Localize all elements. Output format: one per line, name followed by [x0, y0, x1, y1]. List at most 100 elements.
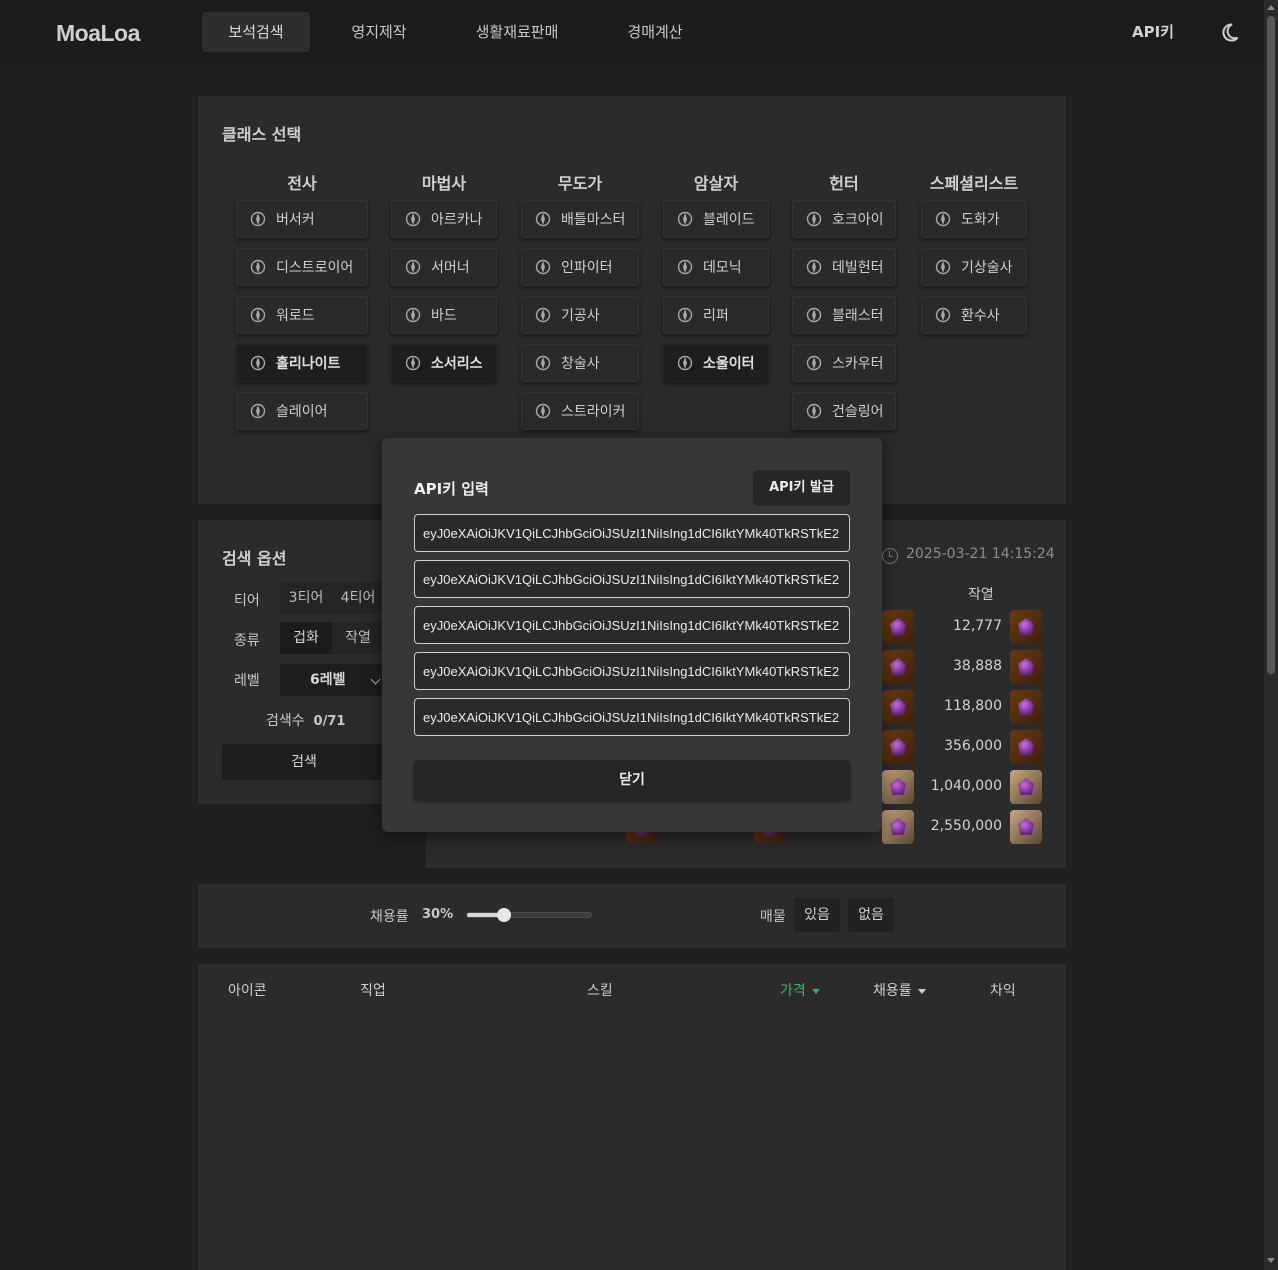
api-key-input-4[interactable]	[414, 652, 850, 690]
tier-3-button[interactable]: 3티어	[280, 582, 332, 614]
class-button-infighter[interactable]: 인파이터	[521, 248, 639, 286]
gem-icon	[1010, 650, 1042, 684]
alchemist-class-icon	[935, 307, 951, 323]
column-header-usage-rate[interactable]: 채용률	[873, 980, 926, 1000]
scrollbar-thumb[interactable]	[1267, 16, 1275, 674]
modal-title: API키 입력	[414, 480, 489, 498]
sort-caret-icon	[917, 988, 926, 994]
gem-price: 356,000	[944, 738, 1002, 754]
usage-rate-slider-handle[interactable]	[497, 908, 511, 922]
nav-tab-life-material-sale[interactable]: 생활재료판매	[456, 12, 578, 52]
column-header-job: 직업	[360, 983, 386, 999]
class-label: 블래스터	[832, 308, 884, 324]
class-button-soulmaster[interactable]: 기공사	[521, 296, 639, 334]
gem-price: 12,777	[953, 618, 1002, 634]
api-key-input-5[interactable]	[414, 698, 850, 736]
berserker-class-icon	[250, 211, 266, 227]
class-button-blade[interactable]: 블레이드	[663, 200, 769, 238]
api-key-button[interactable]: API키	[1120, 12, 1186, 52]
usage-rate-slider[interactable]	[466, 912, 592, 918]
class-button-blaster[interactable]: 블래스터	[792, 296, 896, 334]
gem-price: 118,800	[944, 698, 1002, 714]
lancemaster-class-icon	[535, 355, 551, 371]
class-label: 기공사	[561, 308, 600, 324]
close-modal-button[interactable]: 닫기	[414, 760, 850, 800]
stock-yes-button[interactable]: 있음	[794, 898, 840, 932]
search-button[interactable]: 검색	[222, 744, 386, 780]
class-button-demonic[interactable]: 데모닉	[663, 248, 769, 286]
class-group-header: 마법사	[421, 174, 467, 193]
class-button-holyknight[interactable]: 홀리나이트	[236, 344, 368, 382]
blaster-class-icon	[806, 307, 822, 323]
level-select[interactable]: 6레벨	[280, 664, 384, 696]
class-button-berserker[interactable]: 버서커	[236, 200, 368, 238]
class-label: 디스트로이어	[276, 260, 354, 276]
scroll-up-arrow-icon[interactable]	[1267, 5, 1275, 10]
class-button-devilhunter[interactable]: 데빌헌터	[792, 248, 896, 286]
class-group-header: 무도가	[557, 174, 603, 193]
type-jakyeol-button[interactable]: 작열	[332, 622, 384, 654]
moon-icon[interactable]	[1216, 20, 1240, 44]
class-button-bard[interactable]: 바드	[391, 296, 497, 334]
api-key-input-2[interactable]	[414, 560, 850, 598]
devilhunter-class-icon	[806, 259, 822, 275]
class-button-destroyer[interactable]: 디스트로이어	[236, 248, 368, 286]
gem-icon	[1010, 770, 1042, 804]
class-label: 도화가	[961, 212, 1000, 228]
class-button-battlemaster[interactable]: 배틀마스터	[521, 200, 639, 238]
api-key-input-1[interactable]	[414, 514, 850, 552]
tier-4-button[interactable]: 4티어	[332, 582, 384, 614]
class-select-title: 클래스 선택	[222, 125, 302, 144]
class-label: 데모닉	[703, 260, 742, 276]
nav-tab-gem-search[interactable]: 보석검색	[202, 12, 310, 52]
class-label: 버서커	[276, 212, 315, 228]
class-button-striker[interactable]: 스트라이커	[521, 392, 639, 430]
class-button-summoner[interactable]: 서머너	[391, 248, 497, 286]
stock-label: 매물	[760, 909, 786, 925]
class-button-artist[interactable]: 도화가	[921, 200, 1027, 238]
stock-no-button[interactable]: 없음	[848, 898, 894, 932]
class-button-lancemaster[interactable]: 창술사	[521, 344, 639, 382]
summoner-class-icon	[405, 259, 421, 275]
class-button-sorceress[interactable]: 소서리스	[391, 344, 497, 382]
class-button-scouter[interactable]: 스카우터	[792, 344, 896, 382]
class-label: 블레이드	[703, 212, 755, 228]
class-button-reaper[interactable]: 리퍼	[663, 296, 769, 334]
class-button-arcana[interactable]: 아르카나	[391, 200, 497, 238]
gunslinger-class-icon	[806, 403, 822, 419]
class-group-header: 헌터	[829, 174, 859, 193]
page-scrollbar[interactable]	[1264, 0, 1278, 1270]
class-group-header: 전사	[287, 174, 317, 193]
class-button-souleater[interactable]: 소울이터	[663, 344, 769, 382]
type-geophwa-button[interactable]: 겁화	[280, 622, 332, 654]
class-button-slayer[interactable]: 슬레이어	[236, 392, 368, 430]
class-button-gunslinger[interactable]: 건슬링어	[792, 392, 896, 430]
destroyer-class-icon	[250, 259, 266, 275]
api-key-input-3[interactable]	[414, 606, 850, 644]
usage-rate-value: 30%	[422, 907, 454, 922]
column-header-skill: 스킬	[587, 983, 613, 999]
scroll-down-arrow-icon[interactable]	[1267, 1258, 1275, 1263]
sort-caret-icon	[811, 988, 820, 994]
price-timestamp: 2025-03-21 14:15:24	[906, 546, 1055, 562]
usage-rate-sort-label: 채용률	[873, 983, 912, 999]
class-button-warlord[interactable]: 워로드	[236, 296, 368, 334]
nav-tab-territory-craft[interactable]: 영지제작	[330, 12, 428, 52]
aeromancer-class-icon	[935, 259, 951, 275]
slayer-class-icon	[250, 403, 266, 419]
gem-icon	[882, 610, 914, 644]
class-label: 워로드	[276, 308, 315, 324]
gem-icon	[882, 690, 914, 724]
nav-tab-auction-calc[interactable]: 경매계산	[606, 12, 704, 52]
column-header-price[interactable]: 가격	[780, 980, 820, 1000]
class-button-hawkeye[interactable]: 호크아이	[792, 200, 896, 238]
site-logo[interactable]: MoaLoa	[56, 20, 140, 47]
issue-api-key-button[interactable]: API키 발급	[753, 470, 850, 506]
class-label: 인파이터	[561, 260, 613, 276]
class-button-alchemist[interactable]: 환수사	[921, 296, 1027, 334]
scouter-class-icon	[806, 355, 822, 371]
class-label: 아르카나	[431, 212, 483, 228]
class-button-aeromancer[interactable]: 기상술사	[921, 248, 1027, 286]
class-label: 슬레이어	[276, 404, 328, 420]
arcana-class-icon	[405, 211, 421, 227]
